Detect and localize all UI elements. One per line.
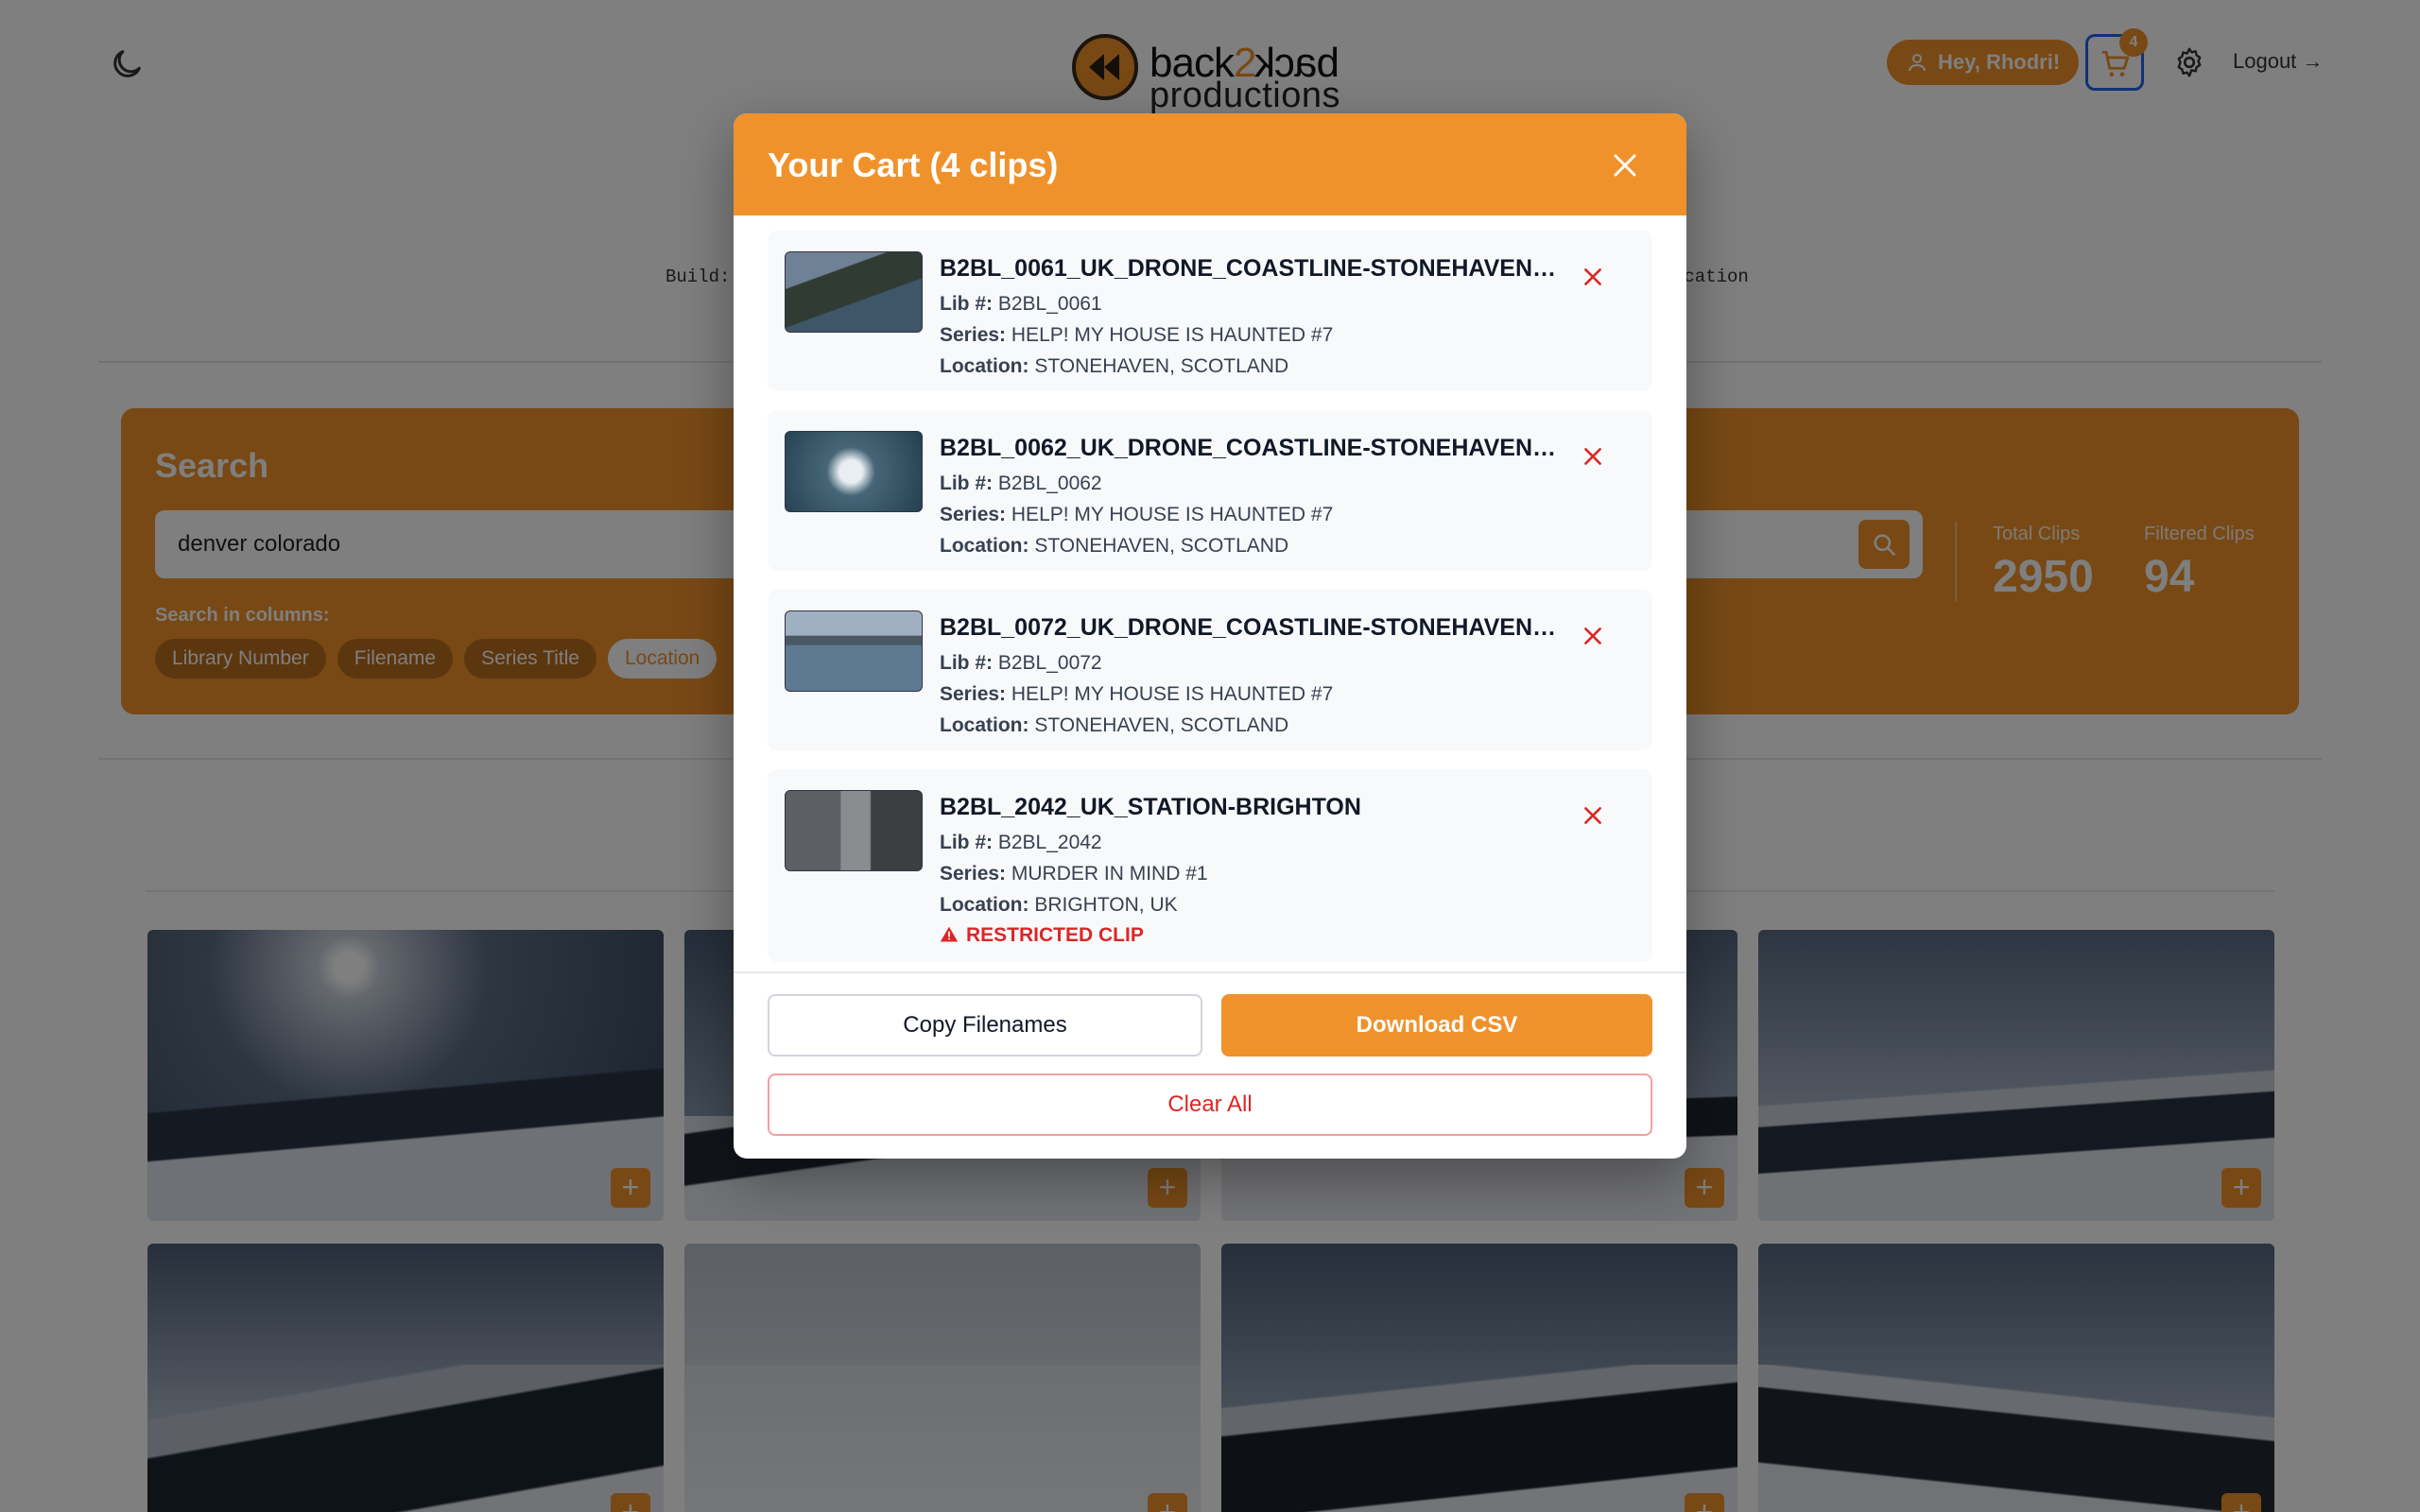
cart-modal: Your Cart (4 clips) B2BL_0061_UK_DRONE_C… <box>734 113 1686 1159</box>
download-csv-button[interactable]: Download CSV <box>1221 994 1652 1057</box>
cart-item: B2BL_0072_UK_DRONE_COASTLINE-STONEHAVEN_… <box>768 590 1652 750</box>
cart-item-location: Location: STONEHAVEN, SCOTLAND <box>940 535 1289 557</box>
cart-item-series: Series: HELP! MY HOUSE IS HAUNTED #7 <box>940 504 1334 525</box>
cart-item-filename: B2BL_0061_UK_DRONE_COASTLINE-STONEHAVEN_… <box>940 255 1564 282</box>
close-icon[interactable] <box>1611 151 1639 180</box>
restricted-badge: RESTRICTED CLIP <box>940 924 1144 947</box>
cart-item-lib: Lib #: B2BL_0072 <box>940 652 1102 674</box>
remove-item-icon[interactable] <box>1581 624 1605 648</box>
cart-item-lib: Lib #: B2BL_2042 <box>940 832 1102 853</box>
cart-item-location: Location: BRIGHTON, UK <box>940 894 1178 916</box>
cart-item-series: Series: HELP! MY HOUSE IS HAUNTED #7 <box>940 683 1334 705</box>
cart-item: B2BL_0061_UK_DRONE_COASTLINE-STONEHAVEN_… <box>768 231 1652 391</box>
cart-item-location: Location: STONEHAVEN, SCOTLAND <box>940 355 1289 377</box>
cart-item-lib: Lib #: B2BL_0061 <box>940 293 1102 315</box>
clear-all-button[interactable]: Clear All <box>768 1074 1652 1136</box>
cart-modal-header: Your Cart (4 clips) <box>734 113 1686 215</box>
copy-filenames-button[interactable]: Copy Filenames <box>768 994 1202 1057</box>
cart-item-filename: B2BL_0062_UK_DRONE_COASTLINE-STONEHAVEN_… <box>940 435 1564 461</box>
clip-thumbnail <box>785 790 923 871</box>
warning-icon <box>940 926 959 942</box>
clip-thumbnail <box>785 431 923 512</box>
cart-item-lib: Lib #: B2BL_0062 <box>940 472 1102 494</box>
cart-item-series: Series: HELP! MY HOUSE IS HAUNTED #7 <box>940 324 1334 346</box>
clip-thumbnail <box>785 251 923 333</box>
cart-item-series: Series: MURDER IN MIND #1 <box>940 863 1208 885</box>
remove-item-icon[interactable] <box>1581 803 1605 828</box>
remove-item-icon[interactable] <box>1581 265 1605 289</box>
remove-item-icon[interactable] <box>1581 444 1605 469</box>
cart-item-location: Location: STONEHAVEN, SCOTLAND <box>940 714 1289 736</box>
cart-item-filename: B2BL_2042_UK_STATION-BRIGHTON <box>940 794 1361 820</box>
cart-item: B2BL_0062_UK_DRONE_COASTLINE-STONEHAVEN_… <box>768 410 1652 571</box>
cart-item-list: B2BL_0061_UK_DRONE_COASTLINE-STONEHAVEN_… <box>768 231 1652 981</box>
cart-item: B2BL_2042_UK_STATION-BRIGHTON Lib #: B2B… <box>768 769 1652 962</box>
cart-item-filename: B2BL_0072_UK_DRONE_COASTLINE-STONEHAVEN_… <box>940 614 1564 641</box>
clip-thumbnail <box>785 610 923 692</box>
cart-title: Your Cart (4 clips) <box>768 146 1059 184</box>
modal-footer-divider <box>734 971 1686 973</box>
